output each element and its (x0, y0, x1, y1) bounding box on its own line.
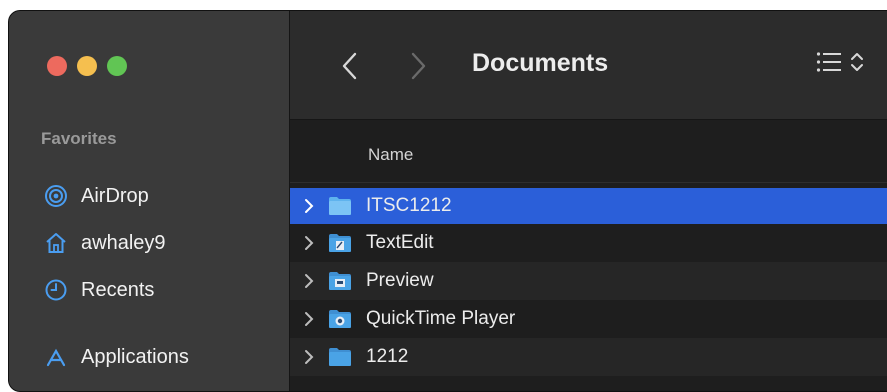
chevron-up-down-icon (851, 53, 863, 71)
clock-icon (43, 277, 69, 303)
list-view-icon (816, 52, 841, 72)
applications-icon (43, 344, 69, 370)
file-name: TextEdit (366, 232, 434, 253)
disclosure-chevron-icon[interactable] (302, 349, 316, 365)
home-icon (43, 230, 69, 256)
sidebar-item-applications[interactable]: Applications (43, 337, 189, 377)
file-name: Preview (366, 270, 434, 291)
window-title: Documents (472, 49, 609, 77)
folder-icon (328, 347, 352, 367)
folder-icon (328, 196, 352, 216)
sidebar-item-recents[interactable]: Recents (43, 270, 154, 310)
list-item[interactable]: 1212 (290, 338, 887, 376)
minimize-window-button[interactable] (77, 56, 97, 76)
textedit-folder-icon (328, 233, 352, 253)
chevron-left-icon (342, 52, 357, 80)
view-options-button[interactable] (816, 51, 864, 73)
list-item[interactable]: Preview (290, 262, 887, 300)
forward-button[interactable] (404, 49, 434, 83)
disclosure-chevron-icon[interactable] (302, 311, 316, 327)
disclosure-chevron-icon[interactable] (302, 273, 316, 289)
sidebar-item-label: Applications (81, 345, 189, 368)
chevron-right-icon (411, 52, 426, 80)
close-window-button[interactable] (47, 56, 67, 76)
sidebar-item-label: awhaley9 (81, 231, 166, 254)
file-name: ITSC1212 (366, 195, 452, 216)
list-item[interactable]: TextEdit (290, 224, 887, 262)
file-name: 1212 (366, 346, 409, 367)
back-button[interactable] (334, 49, 364, 83)
zoom-window-button[interactable] (107, 56, 127, 76)
finder-window: Favorites AirDrop awhaley9 Recents Appli… (8, 10, 887, 392)
airdrop-icon (43, 183, 69, 209)
preview-folder-icon (328, 271, 352, 291)
file-list: ITSC1212 TextEdit Preview QuickTime Play… (290, 188, 887, 376)
list-item[interactable]: ITSC1212 (290, 188, 887, 224)
file-name: QuickTime Player (366, 308, 516, 329)
file-browser: Documents Name ITSC1212 TextEdit Preview… (290, 11, 887, 391)
quicktime-folder-icon (328, 309, 352, 329)
toolbar: Documents (290, 11, 887, 120)
list-item[interactable]: QuickTime Player (290, 300, 887, 338)
favorites-heading: Favorites (41, 129, 117, 148)
column-header: Name (290, 120, 887, 183)
sidebar-item-airdrop[interactable]: AirDrop (43, 176, 149, 216)
name-column-header[interactable]: Name (368, 145, 413, 165)
disclosure-chevron-icon[interactable] (302, 235, 316, 251)
disclosure-chevron-icon[interactable] (302, 198, 316, 214)
sidebar-item-label: Recents (81, 278, 155, 301)
sidebar-item-home[interactable]: awhaley9 (43, 223, 166, 263)
window-controls (47, 56, 127, 76)
sidebar: Favorites AirDrop awhaley9 Recents Appli… (9, 11, 290, 391)
sidebar-item-label: AirDrop (81, 184, 149, 207)
